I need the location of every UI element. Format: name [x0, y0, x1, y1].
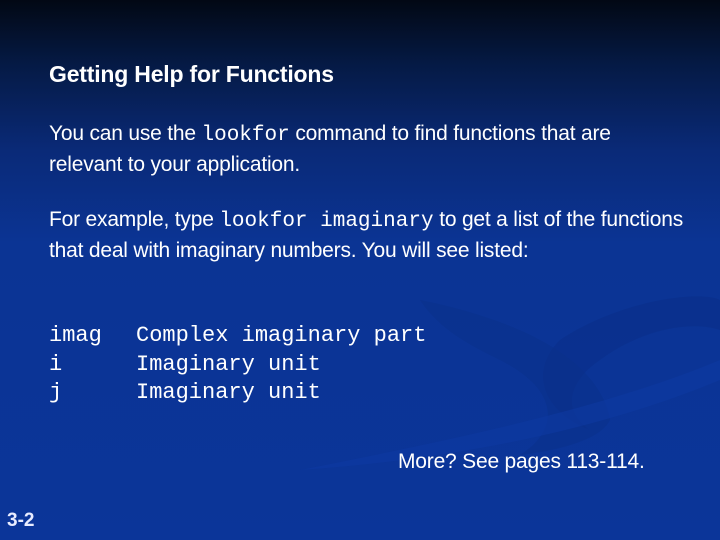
function-description: Imaginary unit	[136, 380, 321, 405]
listing-row: j Imaginary unit	[49, 379, 426, 408]
example-text-before: For example, type	[49, 208, 220, 231]
more-pages-note: More? See pages 113-114.	[398, 450, 645, 473]
function-name: j	[49, 380, 63, 405]
function-name: i	[49, 351, 63, 377]
function-description: Imaginary unit	[136, 351, 321, 377]
slide-number: 3-2	[7, 510, 35, 531]
listing-row: imag Complex imaginary part	[49, 322, 426, 351]
example-paragraph: For example, type lookfor imaginary to g…	[49, 205, 699, 265]
function-name: imag	[49, 323, 102, 348]
slide-title: Getting Help for Functions	[49, 61, 334, 87]
listing-row: i Imaginary unit	[49, 351, 426, 380]
lookfor-imaginary-code: lookfor imaginary	[219, 210, 434, 233]
lookfor-output-listing: imag Complex imaginary part i Imaginary …	[49, 322, 426, 408]
lookfor-code: lookfor	[201, 124, 290, 147]
function-description: Complex imaginary part	[136, 323, 427, 348]
intro-text-before: You can use the	[49, 122, 202, 145]
intro-paragraph: You can use the lookfor command to find …	[49, 119, 689, 179]
